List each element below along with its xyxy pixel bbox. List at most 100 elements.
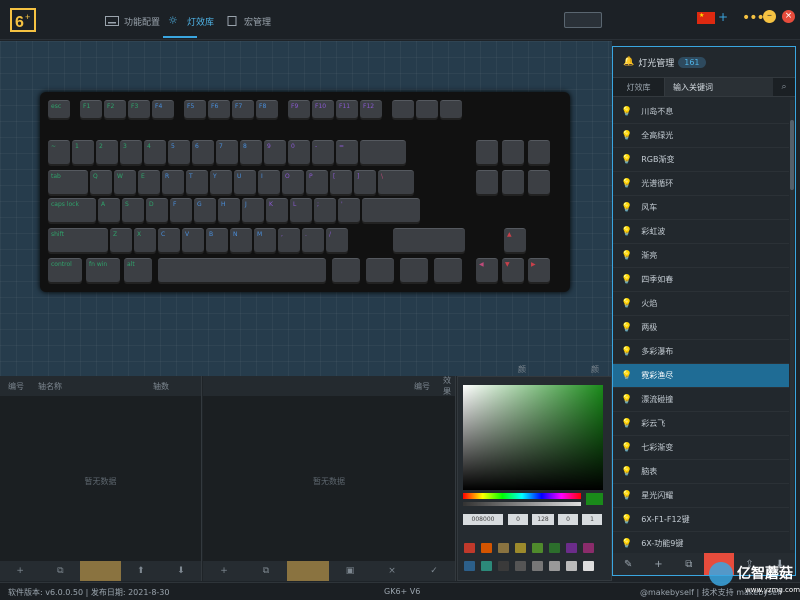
key[interactable]: 7: [216, 140, 238, 164]
hue-slider[interactable]: [463, 493, 581, 499]
color-swatch[interactable]: [498, 561, 509, 571]
key[interactable]: H: [218, 198, 240, 222]
key[interactable]: F9: [288, 100, 310, 118]
key[interactable]: ▶: [528, 258, 550, 282]
key[interactable]: K: [266, 198, 288, 222]
a-input[interactable]: 1: [582, 514, 602, 525]
key[interactable]: [392, 100, 414, 118]
key[interactable]: [476, 140, 498, 164]
tab-macro-manager[interactable]: 宏管理: [225, 12, 271, 30]
edit-button[interactable]: ✎: [613, 553, 643, 575]
key[interactable]: 6: [192, 140, 214, 164]
key[interactable]: ': [338, 198, 360, 222]
china-flag-icon[interactable]: [697, 12, 715, 24]
effect-list-item[interactable]: 💡 霓彩渔尽: [613, 364, 789, 388]
b-input[interactable]: 0: [558, 514, 578, 525]
highlight-button[interactable]: [287, 561, 329, 581]
key[interactable]: [528, 170, 550, 194]
key[interactable]: control: [48, 258, 82, 282]
color-swatch[interactable]: [532, 543, 543, 553]
add-device-button[interactable]: +: [718, 10, 728, 24]
key[interactable]: I: [258, 170, 280, 194]
key[interactable]: O: [282, 170, 304, 194]
minimize-button[interactable]: –: [763, 10, 776, 23]
key[interactable]: [400, 258, 428, 282]
color-swatch[interactable]: [566, 543, 577, 553]
key[interactable]: E: [138, 170, 160, 194]
key[interactable]: ~: [48, 140, 70, 164]
key[interactable]: ;: [314, 198, 336, 222]
scrollbar[interactable]: [790, 100, 794, 550]
key[interactable]: caps lock: [48, 198, 96, 222]
move-up-button[interactable]: ⬆: [121, 561, 161, 581]
key[interactable]: F1: [80, 100, 102, 118]
search-input[interactable]: 输入关键词: [665, 78, 773, 96]
key[interactable]: [434, 258, 462, 282]
key[interactable]: [528, 140, 550, 164]
color-swatch[interactable]: [532, 561, 543, 571]
copy-button[interactable]: ⧉: [40, 561, 80, 581]
effect-list-item[interactable]: 💡 火焰: [613, 292, 789, 316]
key[interactable]: 2: [96, 140, 118, 164]
key[interactable]: 4: [144, 140, 166, 164]
g-input[interactable]: 128: [532, 514, 554, 525]
key[interactable]: .: [302, 228, 324, 252]
tab-function-config[interactable]: 功能配置: [105, 12, 160, 30]
key[interactable]: [360, 140, 406, 164]
key[interactable]: ▲: [504, 228, 526, 252]
key[interactable]: F6: [208, 100, 230, 118]
device-keyboard-icon[interactable]: [564, 12, 602, 28]
scrollbar-thumb[interactable]: [790, 120, 794, 190]
key[interactable]: ,: [278, 228, 300, 252]
effect-list-item[interactable]: 💡 四季如春: [613, 268, 789, 292]
key[interactable]: F12: [360, 100, 382, 118]
effect-list-item[interactable]: 💡 渐亮: [613, 244, 789, 268]
effect-list-item[interactable]: 💡 星光闪耀: [613, 484, 789, 508]
effect-list-item[interactable]: 💡 两极: [613, 316, 789, 340]
key[interactable]: B: [206, 228, 228, 252]
key[interactable]: A: [98, 198, 120, 222]
color-swatch[interactable]: [481, 543, 492, 553]
color-swatch[interactable]: [464, 561, 475, 571]
key[interactable]: N: [230, 228, 252, 252]
color-swatch[interactable]: [464, 543, 475, 553]
key[interactable]: [440, 100, 462, 118]
effect-list-item[interactable]: 💡 彩虹波: [613, 220, 789, 244]
key[interactable]: shift: [48, 228, 108, 252]
preview-button[interactable]: ▣: [329, 561, 371, 581]
key[interactable]: [393, 228, 465, 252]
effect-list-item[interactable]: 💡 全高绿光: [613, 124, 789, 148]
key[interactable]: T: [186, 170, 208, 194]
key[interactable]: 1: [72, 140, 94, 164]
key[interactable]: U: [234, 170, 256, 194]
key[interactable]: F2: [104, 100, 126, 118]
key[interactable]: F4: [152, 100, 174, 118]
hex-input[interactable]: 008000: [463, 514, 503, 525]
key[interactable]: alt: [124, 258, 152, 282]
key[interactable]: [476, 170, 498, 194]
saturation-area[interactable]: [463, 385, 603, 490]
key[interactable]: F8: [256, 100, 278, 118]
key[interactable]: tab: [48, 170, 88, 194]
effect-list-item[interactable]: 💡 RGB渐变: [613, 148, 789, 172]
key[interactable]: =: [336, 140, 358, 164]
effect-list-item[interactable]: 💡 光谱循环: [613, 172, 789, 196]
key[interactable]: Y: [210, 170, 232, 194]
key[interactable]: 9: [264, 140, 286, 164]
copy-button[interactable]: ⧉: [245, 561, 287, 581]
key[interactable]: ▼: [502, 258, 524, 282]
tab-lighting-library[interactable]: ☼ 灯效库: [168, 12, 214, 30]
key[interactable]: S: [122, 198, 144, 222]
key[interactable]: esc: [48, 100, 70, 118]
alpha-slider[interactable]: [463, 502, 581, 506]
key[interactable]: D: [146, 198, 168, 222]
color-swatch[interactable]: [549, 543, 560, 553]
key[interactable]: R: [162, 170, 184, 194]
key[interactable]: F7: [232, 100, 254, 118]
close-button[interactable]: ×: [782, 10, 795, 23]
highlight-button[interactable]: [80, 561, 121, 581]
key[interactable]: X: [134, 228, 156, 252]
key[interactable]: fn win: [86, 258, 120, 282]
key[interactable]: ]: [354, 170, 376, 194]
key[interactable]: V: [182, 228, 204, 252]
